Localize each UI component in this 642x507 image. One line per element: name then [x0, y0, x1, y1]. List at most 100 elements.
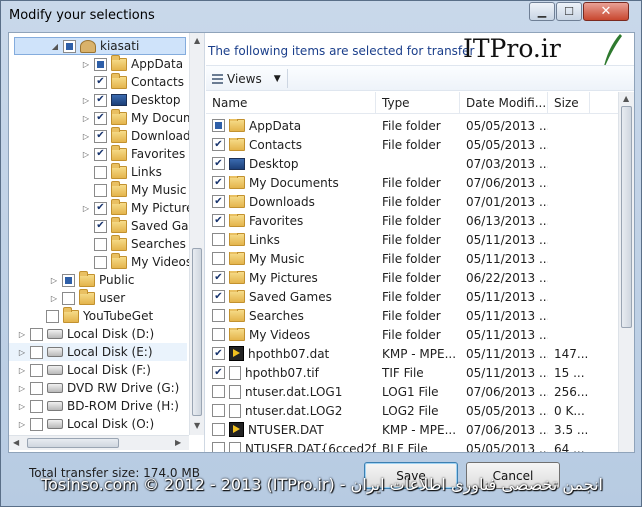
tree-item[interactable]: ▷ Public	[49, 270, 135, 289]
tree-item[interactable]: ▷ Local Disk (D:)	[17, 325, 154, 343]
tree-item[interactable]: ▷ Local Disk (F:)	[17, 361, 151, 379]
checkbox[interactable]	[94, 57, 107, 71]
list-item[interactable]: My Pictures File folder 06/22/2013 ...	[206, 268, 616, 287]
checkbox[interactable]	[94, 147, 107, 161]
collapsed-arrow-icon[interactable]: ▷	[17, 366, 27, 375]
checkbox[interactable]	[212, 347, 225, 360]
list-item[interactable]: Contacts File folder 05/05/2013 ...	[206, 135, 616, 154]
checkbox[interactable]	[63, 39, 76, 53]
checkbox[interactable]	[94, 75, 107, 89]
checkbox[interactable]	[94, 183, 107, 197]
tree-item[interactable]: ◢ kiasati	[14, 37, 186, 55]
list-item[interactable]: NTUSER.DAT KMP - MPE... 07/06/2013 ... 3.5 …	[206, 420, 616, 439]
checkbox[interactable]	[30, 381, 43, 395]
collapsed-arrow-icon[interactable]: ▷	[17, 348, 27, 357]
checkbox[interactable]	[212, 195, 225, 208]
tree-item[interactable]: My Videos	[81, 252, 192, 271]
tree-horizontal-scroll-thumb[interactable]	[27, 438, 119, 448]
collapsed-arrow-icon[interactable]: ▷	[17, 330, 27, 339]
tree-item[interactable]: Searches	[81, 234, 186, 253]
tree-item[interactable]: YouTubeGet	[33, 306, 153, 325]
collapsed-arrow-icon[interactable]: ▷	[81, 132, 91, 141]
list-item[interactable]: Saved Games File folder 05/11/2013 ...	[206, 287, 616, 306]
tree-item[interactable]: Saved Games	[81, 216, 204, 235]
checkbox[interactable]	[94, 165, 107, 179]
checkbox[interactable]	[212, 233, 225, 246]
checkbox[interactable]	[212, 442, 225, 452]
tree-item[interactable]: ▷My Documents	[81, 108, 204, 127]
list-item[interactable]: Desktop 07/03/2013 ...	[206, 154, 616, 173]
list-item[interactable]: hpothb07.tif TIF File 05/11/2013 ... 15 ...	[206, 363, 616, 382]
collapsed-arrow-icon[interactable]: ▷	[17, 384, 27, 393]
scroll-right-icon[interactable]: ▶	[175, 438, 181, 447]
collapsed-arrow-icon[interactable]: ▷	[17, 402, 27, 411]
checkbox[interactable]	[30, 363, 43, 377]
checkbox[interactable]	[30, 417, 43, 431]
checkbox[interactable]	[212, 423, 225, 436]
tree-horizontal-scrollbar[interactable]: ◀ ▶	[9, 435, 189, 450]
list-item[interactable]: My Videos File folder 05/11/2013 ...	[206, 325, 616, 344]
checkbox[interactable]	[212, 119, 225, 132]
checkbox[interactable]	[30, 345, 43, 359]
list-vertical-scroll-thumb[interactable]	[621, 106, 632, 328]
list-item[interactable]: ntuser.dat.LOG2 LOG2 File 05/05/2013 ... 0 …	[206, 401, 616, 420]
collapsed-arrow-icon[interactable]: ▷	[81, 204, 91, 213]
tree-item[interactable]: ▷ Local Disk (O:)	[17, 415, 154, 433]
tree-item[interactable]: ▷ Favorites	[81, 144, 185, 163]
list-item[interactable]: My Documents File folder 07/06/2013 ...	[206, 173, 616, 192]
column-header-name[interactable]: Name	[206, 92, 376, 114]
checkbox[interactable]	[212, 328, 225, 341]
scroll-up-icon[interactable]: ▲	[194, 36, 200, 45]
scroll-left-icon[interactable]: ◀	[13, 438, 19, 447]
tree-item[interactable]: ▷ AppData	[81, 54, 183, 73]
collapsed-arrow-icon[interactable]: ▷	[17, 420, 27, 429]
tree-item[interactable]: ▷ Desktop	[81, 91, 181, 109]
tree-item[interactable]: My Music	[81, 180, 186, 199]
checkbox[interactable]	[94, 219, 107, 233]
checkbox[interactable]	[212, 366, 225, 379]
checkbox[interactable]	[30, 327, 43, 341]
checkbox[interactable]	[46, 309, 59, 323]
list-item[interactable]: Searches File folder 05/11/2013 ...	[206, 306, 616, 325]
checkbox[interactable]	[212, 176, 225, 189]
checkbox[interactable]	[94, 201, 107, 215]
checkbox[interactable]	[94, 237, 107, 251]
scroll-down-icon[interactable]: ▼	[194, 421, 200, 430]
views-button[interactable]: Views ▼	[212, 69, 288, 88]
column-header-type[interactable]: Type	[376, 92, 460, 114]
checkbox[interactable]	[30, 399, 43, 413]
checkbox[interactable]	[94, 111, 107, 125]
list-item[interactable]: Downloads File folder 07/01/2013 ...	[206, 192, 616, 211]
checkbox[interactable]	[212, 309, 225, 322]
tree-vertical-scrollbar[interactable]: ▲ ▼	[189, 33, 204, 435]
collapsed-arrow-icon[interactable]: ▷	[81, 60, 91, 69]
tree-item[interactable]: ▷ Local Disk (E:)	[9, 343, 187, 361]
list-item[interactable]: ntuser.dat.LOG1 LOG1 File 07/06/2013 ... 25…	[206, 382, 616, 401]
checkbox[interactable]	[212, 404, 225, 417]
collapsed-arrow-icon[interactable]: ▷	[81, 150, 91, 159]
collapsed-arrow-icon[interactable]: ▷	[81, 114, 91, 123]
column-header-date[interactable]: Date Modifi...	[460, 92, 548, 114]
list-item[interactable]: Favorites File folder 06/13/2013 ...	[206, 211, 616, 230]
collapsed-arrow-icon[interactable]: ▷	[49, 294, 59, 303]
checkbox[interactable]	[212, 214, 225, 227]
checkbox[interactable]	[62, 273, 75, 287]
collapsed-arrow-icon[interactable]: ▷	[81, 96, 91, 105]
tree-item[interactable]: ▷ Downloads	[81, 126, 197, 145]
list-vertical-scrollbar[interactable]: ▲	[618, 92, 634, 452]
column-header-size[interactable]: Size	[548, 92, 590, 114]
collapsed-arrow-icon[interactable]: ▷	[49, 276, 59, 285]
tree-vertical-scroll-thumb[interactable]	[192, 248, 202, 416]
tree-item[interactable]: ▷ BD-ROM Drive (H:)	[17, 397, 179, 415]
checkbox[interactable]	[94, 129, 107, 143]
tree-item[interactable]: ▷ DVD RW Drive (G:)	[17, 379, 179, 397]
list-item[interactable]: Links File folder 05/11/2013 ...	[206, 230, 616, 249]
list-item[interactable]: My Music File folder 05/11/2013 ...	[206, 249, 616, 268]
scroll-up-icon[interactable]: ▲	[623, 94, 629, 103]
minimize-button[interactable]: ▁	[529, 2, 555, 21]
checkbox[interactable]	[62, 291, 75, 305]
list-item[interactable]: hpothb07.dat KMP - MPE... 05/11/2013 ... 14…	[206, 344, 616, 363]
checkbox[interactable]	[212, 271, 225, 284]
checkbox[interactable]	[212, 290, 225, 303]
list-item[interactable]: AppData File folder 05/05/2013 ...	[206, 116, 616, 135]
